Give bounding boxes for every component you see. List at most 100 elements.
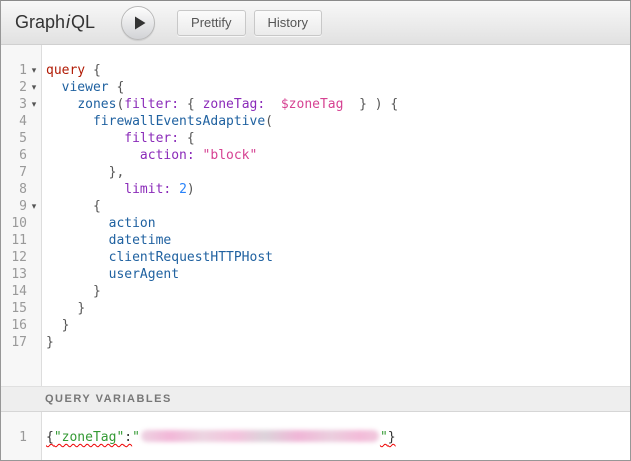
code-token <box>46 267 109 282</box>
logo-text-graph: Graph <box>15 12 65 32</box>
line-number: 1 <box>1 63 27 78</box>
code-token: firewallEventsAdaptive <box>93 114 265 129</box>
code-token: limit: <box>124 182 171 197</box>
play-triangle-icon <box>131 16 146 30</box>
top-toolbar: GraphiQL Prettify History <box>1 1 630 45</box>
fold-arrow-icon[interactable]: ▾ <box>27 96 41 113</box>
code-token: { <box>85 63 101 78</box>
code-token: } <box>77 301 85 316</box>
line-number: 9 <box>1 199 27 214</box>
code-token <box>46 114 93 129</box>
code-token: " <box>132 430 140 445</box>
code-token: $zoneTag <box>281 97 344 112</box>
line-number: 13 <box>1 267 27 282</box>
code-token <box>46 165 109 180</box>
code-token: datetime <box>109 233 172 248</box>
code-line: query { <box>42 62 630 79</box>
code-token: } <box>46 335 54 350</box>
code-token: " <box>380 430 388 445</box>
code-line: filter: { <box>42 130 630 147</box>
code-line: } <box>42 300 630 317</box>
code-token: 2 <box>179 182 187 197</box>
code-token <box>46 80 62 95</box>
query-code[interactable]: query { viewer { zones(filter: { zoneTag… <box>42 45 630 386</box>
code-token: } <box>62 318 70 333</box>
code-token <box>46 97 77 112</box>
history-button[interactable]: History <box>254 10 322 36</box>
code-line: clientRequestHTTPHost <box>42 249 630 266</box>
code-token <box>46 284 93 299</box>
code-token: action: <box>140 148 195 163</box>
line-number: 8 <box>1 182 27 197</box>
code-token: { <box>179 131 195 146</box>
code-token: }, <box>109 165 125 180</box>
line-number: 10 <box>1 216 27 231</box>
line-number: 16 <box>1 318 27 333</box>
code-token <box>46 182 124 197</box>
variables-line: {"zoneTag":""} <box>42 429 630 446</box>
prettify-button[interactable]: Prettify <box>177 10 245 36</box>
line-number: 12 <box>1 250 27 265</box>
code-token <box>46 250 109 265</box>
line-number: 5 <box>1 131 27 146</box>
line-number: 14 <box>1 284 27 299</box>
code-token: clientRequestHTTPHost <box>109 250 273 265</box>
fold-arrow-icon[interactable]: ▾ <box>27 198 41 215</box>
line-number: 11 <box>1 233 27 248</box>
code-token <box>171 182 179 197</box>
code-line: } <box>42 334 630 351</box>
code-token <box>46 131 124 146</box>
line-number: 3 <box>1 97 27 112</box>
code-token: } <box>388 430 396 445</box>
code-token <box>46 301 77 316</box>
code-token: { <box>46 430 54 445</box>
code-line: userAgent <box>42 266 630 283</box>
code-token: action <box>109 216 156 231</box>
code-line: limit: 2) <box>42 181 630 198</box>
code-token: ( <box>265 114 273 129</box>
code-line: } <box>42 317 630 334</box>
line-number: 4 <box>1 114 27 129</box>
code-token <box>46 318 62 333</box>
redacted-value-blur <box>141 430 379 442</box>
line-number: 17 <box>1 335 27 350</box>
line-number: 1 <box>1 430 27 445</box>
fold-arrow-icon[interactable]: ▾ <box>27 79 41 96</box>
line-number: 2 <box>1 80 27 95</box>
fold-arrow-icon[interactable]: ▾ <box>27 62 41 79</box>
code-token: query <box>46 63 85 78</box>
code-token: { <box>179 97 202 112</box>
code-token: userAgent <box>109 267 179 282</box>
code-token: { <box>109 80 125 95</box>
graphiql-app: GraphiQL Prettify History 1▾2▾3▾456789▾1… <box>0 0 631 461</box>
code-token: viewer <box>62 80 109 95</box>
code-token <box>46 216 109 231</box>
code-token <box>195 148 203 163</box>
variables-code[interactable]: {"zoneTag":""} <box>42 412 630 460</box>
variables-editor: 1 {"zoneTag":""} <box>1 412 630 460</box>
graphiql-logo: GraphiQL <box>15 12 95 33</box>
logo-text-ql: QL <box>71 12 95 32</box>
code-line: firewallEventsAdaptive( <box>42 113 630 130</box>
query-variables-title: QUERY VARIABLES <box>45 393 172 405</box>
line-number: 15 <box>1 301 27 316</box>
code-line: action: "block" <box>42 147 630 164</box>
line-number: 6 <box>1 148 27 163</box>
query-variables-header[interactable]: QUERY VARIABLES <box>1 386 630 412</box>
code-line: } <box>42 283 630 300</box>
code-line: action <box>42 215 630 232</box>
query-editor: 1▾2▾3▾456789▾1011121314151617 query { vi… <box>1 45 630 386</box>
line-number: 7 <box>1 165 27 180</box>
code-token: { <box>93 199 101 214</box>
code-line: zones(filter: { zoneTag: $zoneTag } ) { <box>42 96 630 113</box>
code-token: filter: <box>124 97 179 112</box>
code-line: { <box>42 198 630 215</box>
code-token: } ) { <box>343 97 398 112</box>
code-line: viewer { <box>42 79 630 96</box>
code-token: "zoneTag" <box>54 430 124 445</box>
code-token: ) <box>187 182 195 197</box>
code-token <box>46 199 93 214</box>
code-token: } <box>93 284 101 299</box>
code-token: zoneTag: <box>203 97 266 112</box>
execute-query-button[interactable] <box>121 6 155 40</box>
